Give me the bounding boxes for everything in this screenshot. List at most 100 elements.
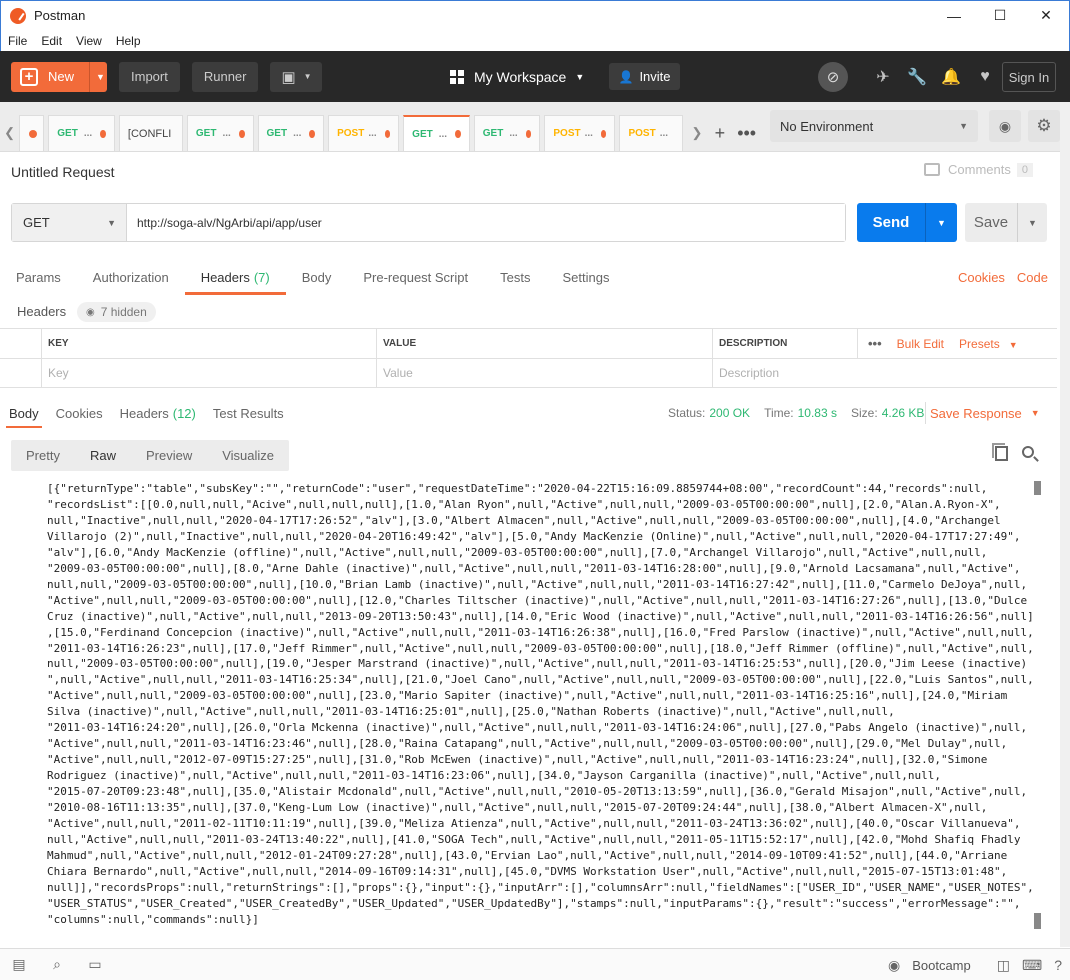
tab-prerequest-script[interactable]: Pre-request Script [347,260,484,295]
view-visualize[interactable]: Visualize [207,440,289,471]
help-icon[interactable]: ? [1054,957,1062,973]
more-tabs-icon[interactable]: ••• [733,115,760,151]
request-tab[interactable]: POST... [328,115,400,151]
console-icon[interactable]: ▭ [76,956,114,973]
request-tab[interactable]: GET... [186,115,254,151]
description-input[interactable]: Description [712,359,1057,387]
bootcamp-link[interactable]: Bootcamp [912,958,971,973]
menu-help[interactable]: Help [109,34,148,48]
tab-authorization[interactable]: Authorization [77,260,185,295]
presets-dropdown[interactable]: Presets ▼ [959,337,1018,351]
eye-icon[interactable]: ◉ [989,110,1021,142]
tab-body[interactable]: Body [286,260,348,295]
tab-tests[interactable]: Tests [484,260,546,295]
code-link[interactable]: Code [1017,270,1048,285]
status-bar-right: ◉ Bootcamp ◫ ⌨ ? [888,949,1062,980]
request-title[interactable]: Untitled Request [11,164,115,180]
sync-off-icon[interactable]: ⊘ [818,61,848,92]
size-value[interactable]: 4.26 KB [882,406,925,420]
comments-button[interactable]: Comments 0 [924,162,1033,177]
scrollbar-thumb[interactable] [1034,913,1041,929]
menu-file[interactable]: File [1,34,34,48]
chevron-down-icon[interactable]: ▼ [926,218,957,228]
key-input[interactable]: Key [41,359,376,387]
request-tab[interactable]: GET... [473,115,541,151]
view-pretty[interactable]: Pretty [11,440,75,471]
new-button-divider [89,61,91,92]
bell-icon[interactable]: 🔔 [934,67,968,87]
sidebar-toggle-icon[interactable]: ▤ [0,956,38,973]
column-key: KEY [41,329,376,358]
environment-select[interactable]: No Environment ▼ [770,110,978,142]
import-button[interactable]: Import [119,61,180,92]
close-button[interactable]: ✕ [1023,1,1069,31]
search-icon[interactable] [1022,446,1034,458]
chevron-left-icon[interactable]: ❮ [0,115,19,151]
two-pane-icon[interactable]: ◫ [997,957,1010,974]
chevron-down-icon[interactable]: ▼ [1018,218,1047,228]
request-tab[interactable]: GET... [48,115,115,151]
response-tab-body[interactable]: Body [6,398,42,428]
tab-headers[interactable]: Headers (7) [184,260,286,295]
tab-partial[interactable] [19,115,45,151]
keyboard-icon[interactable]: ⌨ [1022,957,1042,974]
eye-icon: ◉ [86,306,95,318]
save-response-button[interactable]: Save Response ▼ [930,398,1040,428]
response-tab-cookies[interactable]: Cookies [56,398,103,428]
chevron-down-icon[interactable]: ▼ [96,72,105,82]
copy-icon[interactable] [992,443,1008,461]
time-value[interactable]: 10.83 s [798,406,837,420]
unsaved-dot-icon [100,129,106,138]
workspace-selector[interactable]: My Workspace ▼ [450,51,584,102]
comments-label: Comments [948,162,1011,177]
unsaved-dot-icon [455,130,461,138]
tab-params[interactable]: Params [0,260,77,295]
request-tab[interactable]: GET... [257,115,325,151]
new-button[interactable]: + New ▼ [11,61,107,92]
tab-settings[interactable]: Settings [546,260,625,295]
response-tab-headers[interactable]: Headers (12) [120,398,196,428]
add-tab-button[interactable]: + [707,115,734,151]
wrench-icon[interactable]: 🔧 [900,67,934,87]
cookies-link[interactable]: Cookies [958,270,1005,285]
column-description: DESCRIPTION [712,329,857,358]
maximize-button[interactable]: ☐ [977,1,1023,31]
environment-label: No Environment [780,118,874,134]
bulk-edit-link[interactable]: Bulk Edit [897,337,944,351]
scrollbar-top[interactable] [1034,481,1041,495]
save-button[interactable]: Save ▼ [965,203,1047,242]
request-tab[interactable]: POST... [544,115,616,151]
satellite-icon[interactable]: ✈ [866,67,900,87]
column-value: VALUE [376,329,712,358]
hidden-headers-toggle[interactable]: ◉ 7 hidden [77,302,156,322]
request-tab-active[interactable]: GET... [403,115,470,151]
send-button[interactable]: Send ▼ [857,203,957,242]
status-value[interactable]: 200 OK [709,406,750,420]
invite-button[interactable]: 👤 Invite [609,63,680,90]
request-tab[interactable]: [CONFLI [118,115,183,151]
add-user-icon: 👤 [618,69,634,84]
heart-icon[interactable]: ♥ [968,68,1002,86]
table-row: Key Value Description [0,358,1057,388]
runner-button[interactable]: Runner [191,61,259,92]
window-scrollbar[interactable] [1060,102,1070,947]
url-input[interactable] [127,204,845,241]
menu-edit[interactable]: Edit [34,34,69,48]
value-input[interactable]: Value [376,359,712,387]
request-tab[interactable]: POST... [619,115,684,151]
sign-in-button[interactable]: Sign In [1002,62,1056,92]
chevron-right-icon[interactable]: ❯ [687,115,706,151]
invite-label: Invite [639,69,671,84]
capture-button[interactable]: ▣ ▼ [270,61,323,92]
view-raw[interactable]: Raw [75,440,131,471]
menu-view[interactable]: View [69,34,109,48]
tab-method: POST [553,128,581,139]
view-preview[interactable]: Preview [131,440,207,471]
method-select[interactable]: GET ▼ [12,204,127,241]
find-icon[interactable]: ⌕ [38,956,76,973]
minimize-button[interactable]: — [931,1,977,31]
response-body[interactable]: [{"returnType":"table","subsKey":"","ret… [47,481,1037,931]
gear-icon[interactable]: ⚙ [1028,110,1060,142]
more-options-icon[interactable]: ••• [868,336,882,351]
response-tab-test-results[interactable]: Test Results [213,398,284,428]
